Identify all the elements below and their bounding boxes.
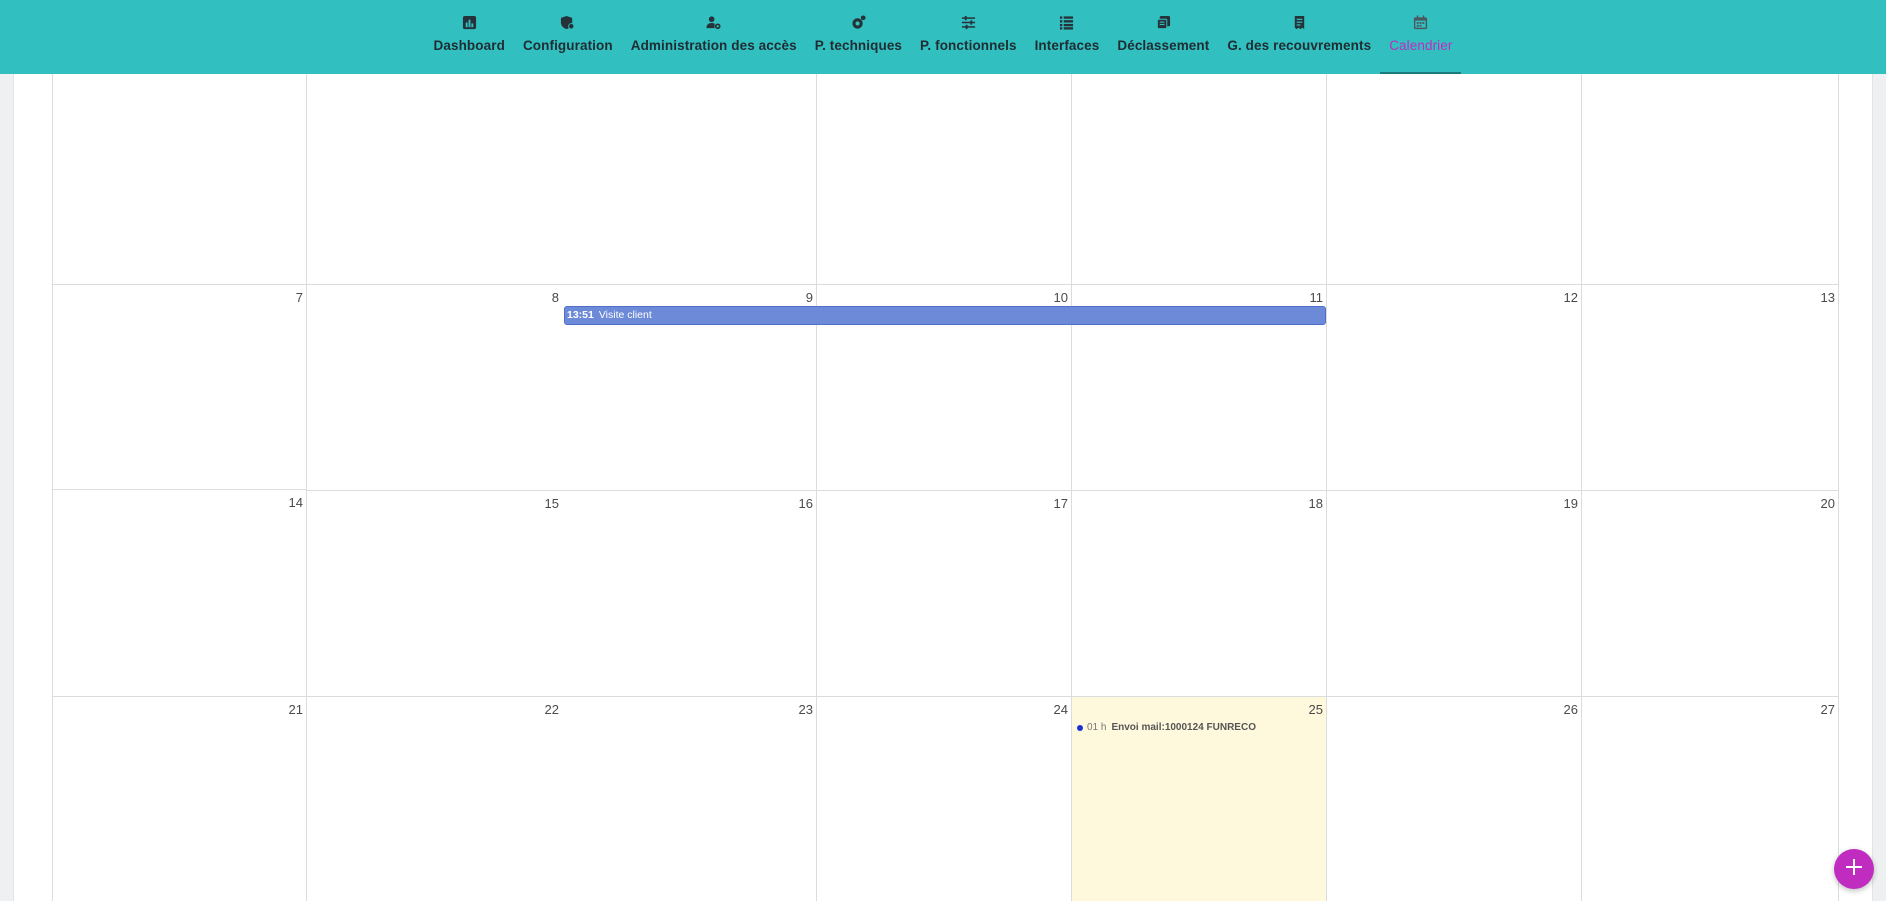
day-number: 21 (288, 702, 303, 717)
nav-label: Interfaces (1034, 38, 1100, 53)
day-cell[interactable] (1582, 74, 1839, 284)
day-cell[interactable]: 22 (307, 696, 562, 901)
event-visite-client[interactable]: 13:51 Visite client (564, 306, 1326, 325)
day-number: 24 (1053, 702, 1068, 717)
list-icon (1059, 14, 1075, 30)
day-number: 22 (544, 702, 559, 717)
day-cell[interactable]: 19 (1327, 490, 1582, 696)
day-cell[interactable]: 17 (817, 490, 1072, 696)
day-number: 17 (1053, 496, 1068, 511)
plus-icon (1843, 856, 1865, 883)
nav-item-dashboard[interactable]: Dashboard (425, 0, 514, 74)
month-calendar: 7 8 9 10 11 12 13 13:51 Visite client 14 … (52, 74, 1839, 901)
nav-label: Déclassement (1117, 38, 1210, 53)
nav-items: Dashboard Configuration Administration d… (425, 0, 1462, 74)
day-cell[interactable]: 18 (1072, 490, 1327, 696)
day-number: 20 (1820, 496, 1835, 511)
day-cell[interactable]: 12 (1327, 284, 1582, 490)
event-time: 13:51 (567, 309, 594, 321)
nav-label: Dashboard (433, 38, 505, 53)
nav-item-calendrier[interactable]: Calendrier (1380, 0, 1462, 74)
calendar-week: 7 8 9 10 11 12 13 13:51 Visite client (52, 284, 1839, 490)
day-cell[interactable]: 26 (1327, 696, 1582, 901)
day-number: 12 (1563, 290, 1578, 305)
day-number: 10 (1053, 290, 1068, 305)
nav-item-configuration[interactable]: Configuration (514, 0, 622, 74)
calendar-week: 21 22 23 24 25 01 h Envoi mail:1000124 F… (52, 696, 1839, 901)
event-title: Envoi mail:1000124 FUNRECO (1111, 722, 1256, 733)
day-cell[interactable]: 23 (562, 696, 817, 901)
day-number: 8 (551, 290, 559, 305)
nav-label: G. des recouvrements (1227, 38, 1372, 53)
nav-item-interfaces[interactable]: Interfaces (1026, 0, 1109, 74)
nav-item-p-fonctionnels[interactable]: P. fonctionnels (911, 0, 1026, 74)
top-navigation: Dashboard Configuration Administration d… (0, 0, 1886, 74)
day-cell[interactable] (562, 74, 817, 284)
day-cell[interactable]: 20 (1582, 490, 1839, 696)
event-time: 01 h (1087, 722, 1107, 733)
nav-label: P. techniques (814, 38, 903, 53)
day-cell[interactable]: 7 (52, 284, 307, 490)
day-number: 14 (288, 495, 303, 510)
add-event-button[interactable] (1834, 849, 1874, 889)
receipt-icon (1291, 14, 1307, 30)
nav-item-declassement[interactable]: Déclassement (1108, 0, 1218, 74)
user-cog-icon (706, 14, 722, 30)
day-number: 16 (798, 496, 813, 511)
sliders-icon (960, 14, 976, 30)
shield-gear-icon (560, 14, 576, 30)
day-cell[interactable]: 21 (52, 696, 307, 901)
day-number: 7 (295, 290, 303, 305)
day-cell[interactable]: 13 (1582, 284, 1839, 490)
day-number: 26 (1563, 702, 1578, 717)
event-title: Visite client (598, 309, 652, 321)
day-cell[interactable] (52, 74, 307, 284)
layers-icon (1155, 14, 1171, 30)
nav-label: Calendrier (1389, 38, 1453, 53)
day-cell[interactable]: 16 (562, 490, 817, 696)
day-cell[interactable]: 24 (817, 696, 1072, 901)
right-gutter (1872, 74, 1886, 901)
day-number: 19 (1563, 496, 1578, 511)
event-envoi-mail[interactable]: 01 h Envoi mail:1000124 FUNRECO (1077, 722, 1256, 733)
day-number: 25 (1308, 702, 1323, 717)
day-cell[interactable] (307, 74, 562, 284)
left-gutter (0, 74, 14, 901)
nav-item-administration-des-acces[interactable]: Administration des accès (622, 0, 806, 74)
calendar-icon (1413, 14, 1429, 30)
event-dot-icon (1077, 724, 1083, 731)
day-cell[interactable]: 14 (52, 490, 307, 696)
nav-label: P. fonctionnels (920, 38, 1017, 53)
nav-item-g-des-recouvrements[interactable]: G. des recouvrements (1218, 0, 1380, 74)
nav-label: Configuration (522, 38, 613, 53)
chart-bar-icon (461, 14, 477, 30)
day-number: 23 (798, 702, 813, 717)
day-number: 9 (805, 290, 813, 305)
calendar-week (52, 74, 1839, 284)
nav-label: Administration des accès (630, 38, 797, 53)
day-cell[interactable] (817, 74, 1072, 284)
day-cell[interactable]: 15 (307, 490, 562, 696)
calendar-week: 14 15 16 17 18 19 20 (52, 490, 1839, 696)
gear-icon (850, 14, 866, 30)
day-cell[interactable] (1327, 74, 1582, 284)
day-number: 15 (544, 496, 559, 511)
day-cell-today[interactable]: 25 01 h Envoi mail:1000124 FUNRECO (1072, 696, 1327, 901)
day-cell[interactable]: 8 (307, 284, 562, 490)
day-number: 11 (1309, 290, 1324, 305)
day-cell[interactable] (1072, 74, 1327, 284)
day-cell[interactable]: 27 (1582, 696, 1839, 901)
day-number: 13 (1820, 290, 1835, 305)
day-number: 27 (1820, 702, 1835, 717)
day-number: 18 (1308, 496, 1323, 511)
nav-item-p-techniques[interactable]: P. techniques (806, 0, 911, 74)
